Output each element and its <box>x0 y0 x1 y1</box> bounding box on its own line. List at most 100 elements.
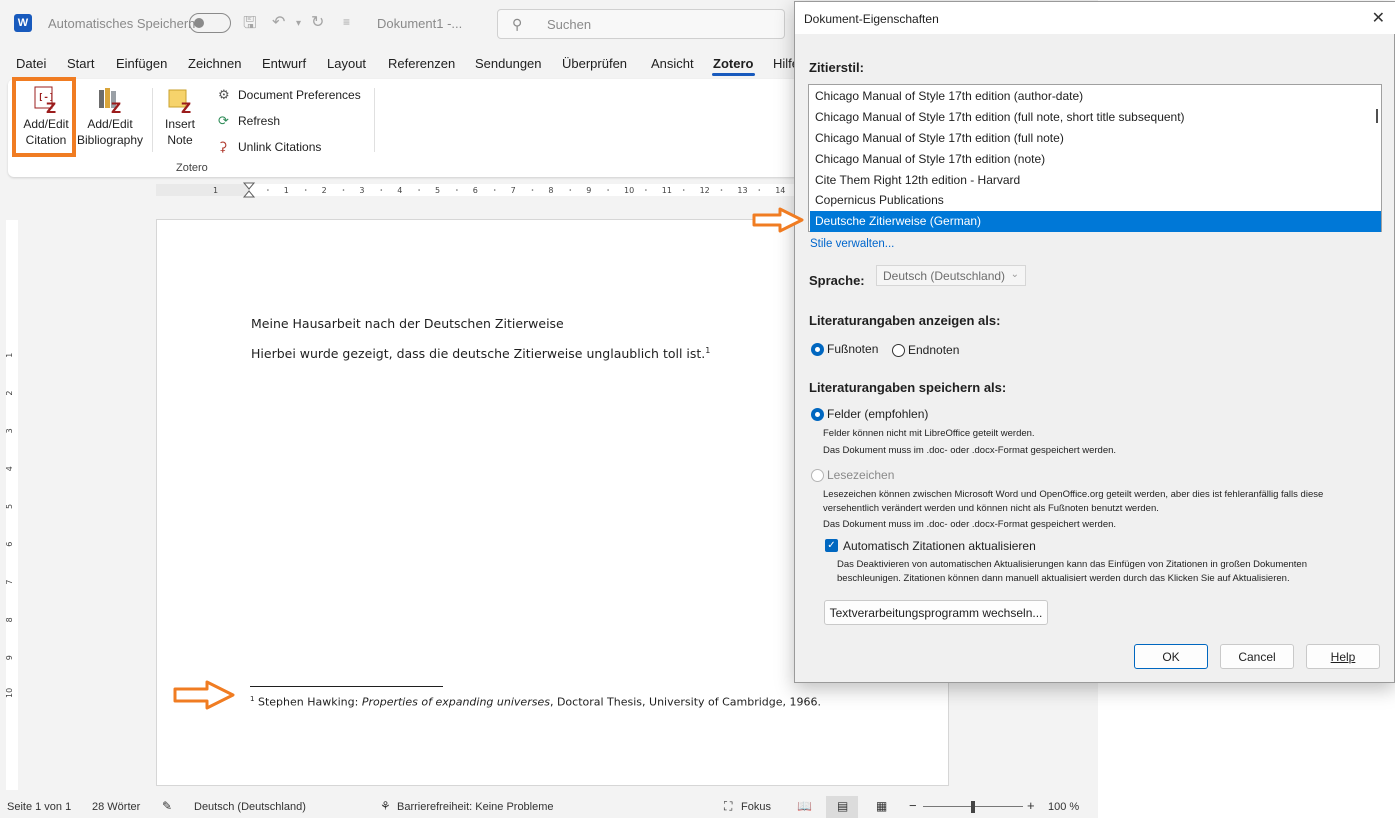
auto-update-checkbox[interactable]: ✓ <box>825 539 838 552</box>
unlink-citations-button[interactable]: ⚳ Unlink Citations <box>218 139 321 155</box>
print-layout-icon[interactable]: ▤ <box>837 799 848 813</box>
tab-start[interactable]: Start <box>67 56 94 71</box>
dialog-title-bar: Dokument-Eigenschaften ✕ <box>795 2 1395 34</box>
ruler-tick <box>418 189 420 191</box>
style-list-item[interactable]: Chicago Manual of Style 17th edition (no… <box>810 149 1381 170</box>
ruler-number: 12 <box>700 186 710 195</box>
fields-label[interactable]: Felder (empfohlen) <box>827 407 928 421</box>
ruler-number: 5 <box>435 186 440 195</box>
fields-radio[interactable] <box>811 408 824 421</box>
accessibility-status[interactable]: Barrierefreiheit: Keine Probleme <box>397 801 554 813</box>
tab-ueberpruefen[interactable]: Überprüfen <box>562 56 627 71</box>
ruler-number: 7 <box>511 186 516 195</box>
bookmarks-radio[interactable] <box>811 469 824 482</box>
tab-referenzen[interactable]: Referenzen <box>388 56 455 71</box>
ruler-tick <box>645 189 647 191</box>
autosave-toggle[interactable] <box>189 13 231 33</box>
style-list-item[interactable]: Chicago Manual of Style 17th edition (fu… <box>810 128 1381 149</box>
tab-zotero[interactable]: Zotero <box>713 56 753 71</box>
style-list-item[interactable]: Copernicus Publications <box>810 190 1381 211</box>
style-list-scrollbar[interactable] <box>1376 109 1378 123</box>
citation-style-heading: Zitierstil: <box>809 60 864 75</box>
word-logo-icon: W <box>14 14 32 32</box>
footnotes-radio[interactable] <box>811 343 824 356</box>
undo-dropdown-icon[interactable]: ▾ <box>296 18 301 29</box>
footnote[interactable]: 1 Stephen Hawking: Properties of expandi… <box>250 695 821 709</box>
ruler-number: 2 <box>322 186 327 195</box>
insert-note-label-2: Note <box>167 133 193 147</box>
ruler-number: 7 <box>5 580 14 585</box>
footnotes-label[interactable]: Fußnoten <box>827 342 878 356</box>
document-preferences-button[interactable]: ⚙ Document Preferences <box>218 87 361 103</box>
unlink-icon: ⚳ <box>218 139 228 154</box>
bookmarks-label[interactable]: Lesezeichen <box>827 468 894 482</box>
proofing-icon[interactable]: ✎ <box>162 799 172 813</box>
zoom-level[interactable]: 100 % <box>1048 801 1079 813</box>
store-as-heading: Literaturangaben speichern als: <box>809 380 1007 395</box>
bookmarks-hint-3: Das Dokument muss im .doc- oder .docx-Fo… <box>823 519 1117 530</box>
tab-datei[interactable]: Datei <box>16 56 46 71</box>
tab-layout[interactable]: Layout <box>327 56 366 71</box>
zoom-in-button[interactable]: + <box>1027 798 1035 813</box>
refresh-button[interactable]: ⟳ Refresh <box>218 113 280 129</box>
citation-style-list[interactable]: Chicago Manual of Style 17th edition (au… <box>808 84 1382 232</box>
tab-einfuegen[interactable]: Einfügen <box>116 56 167 71</box>
undo-icon[interactable]: ↶ <box>272 12 285 32</box>
style-list-item-selected[interactable]: Deutsche Zitierweise (German) <box>810 211 1381 232</box>
footnote-author: Stephen Hawking: <box>257 695 362 709</box>
cancel-button[interactable]: Cancel <box>1220 644 1294 669</box>
web-layout-icon[interactable]: ▦ <box>876 799 887 813</box>
insert-note-button[interactable]: Z Insert Note <box>160 86 200 148</box>
language-status[interactable]: Deutsch (Deutschland) <box>194 801 306 813</box>
endnotes-radio[interactable] <box>892 344 905 357</box>
auto-update-hint-2: beschleunigen. Zitationen können dann ma… <box>837 573 1290 584</box>
footnote-reference[interactable]: 1 <box>705 346 710 355</box>
style-arrow-annotation <box>752 207 804 233</box>
switch-processor-button[interactable]: Textverarbeitungsprogramm wechseln... <box>824 600 1048 625</box>
read-mode-icon[interactable]: 📖 <box>797 799 812 813</box>
auto-update-label[interactable]: Automatisch Zitationen aktualisieren <box>843 539 1036 553</box>
tab-sendungen[interactable]: Sendungen <box>475 56 542 71</box>
ruler-number: 6 <box>473 186 478 195</box>
dialog-title: Dokument-Eigenschaften <box>804 12 939 26</box>
style-list-item[interactable]: Cite Them Right 12th edition - Harvard <box>810 170 1381 191</box>
footnote-separator <box>250 686 443 687</box>
focus-button[interactable]: Fokus <box>741 801 771 813</box>
ruler-number: 8 <box>5 617 14 622</box>
fields-hint-1: Felder können nicht mit LibreOffice gete… <box>823 428 1035 439</box>
page-count[interactable]: Seite 1 von 1 <box>7 801 71 813</box>
tab-entwurf[interactable]: Entwurf <box>262 56 306 71</box>
language-label: Sprache: <box>809 273 865 288</box>
endnotes-label[interactable]: Endnoten <box>908 343 959 357</box>
tab-ansicht[interactable]: Ansicht <box>651 56 694 71</box>
save-icon[interactable]: 🖫 <box>243 12 257 39</box>
ruler-number: 5 <box>5 504 14 509</box>
language-select[interactable]: Deutsch (Deutschland) ⌄ <box>876 265 1026 286</box>
zoom-out-button[interactable]: − <box>909 798 917 813</box>
vertical-ruler[interactable]: 1 2 3 4 5 6 7 8 9 10 <box>5 220 19 790</box>
tab-zeichnen[interactable]: Zeichnen <box>188 56 241 71</box>
manage-styles-link[interactable]: Stile verwalten... <box>810 238 894 250</box>
document-paragraph[interactable]: Hierbei wurde gezeigt, dass die deutsche… <box>251 346 710 361</box>
autosave-label: Automatisches Speichern <box>48 16 196 31</box>
style-list-item[interactable]: Chicago Manual of Style 17th edition (au… <box>810 86 1381 107</box>
search-input[interactable]: ⚲ Suchen <box>497 9 785 39</box>
ruler-tick <box>682 189 685 191</box>
ruler-number: 8 <box>548 186 553 195</box>
ruler-number: 6 <box>5 542 14 547</box>
ribbon-separator <box>152 88 153 152</box>
style-list-item[interactable]: Chicago Manual of Style 17th edition (fu… <box>810 107 1381 128</box>
help-button[interactable]: Help <box>1306 644 1380 669</box>
document-heading[interactable]: Meine Hausarbeit nach der Deutschen Ziti… <box>251 316 564 331</box>
ruler-number: 1 <box>5 353 14 358</box>
word-count[interactable]: 28 Wörter <box>92 801 140 813</box>
ok-button[interactable]: OK <box>1134 644 1208 669</box>
customize-toolbar-icon[interactable]: ≡ <box>343 15 350 29</box>
ruler-number: 3 <box>359 186 364 195</box>
close-icon[interactable]: ✕ <box>1372 8 1385 28</box>
svg-text:Z: Z <box>111 101 121 114</box>
redo-icon[interactable]: ↻ <box>311 12 324 32</box>
add-edit-bibliography-button[interactable]: Z Add/Edit Bibliography <box>76 86 144 148</box>
zoom-slider-thumb[interactable] <box>971 801 975 813</box>
gear-icon: ⚙ <box>218 87 230 102</box>
